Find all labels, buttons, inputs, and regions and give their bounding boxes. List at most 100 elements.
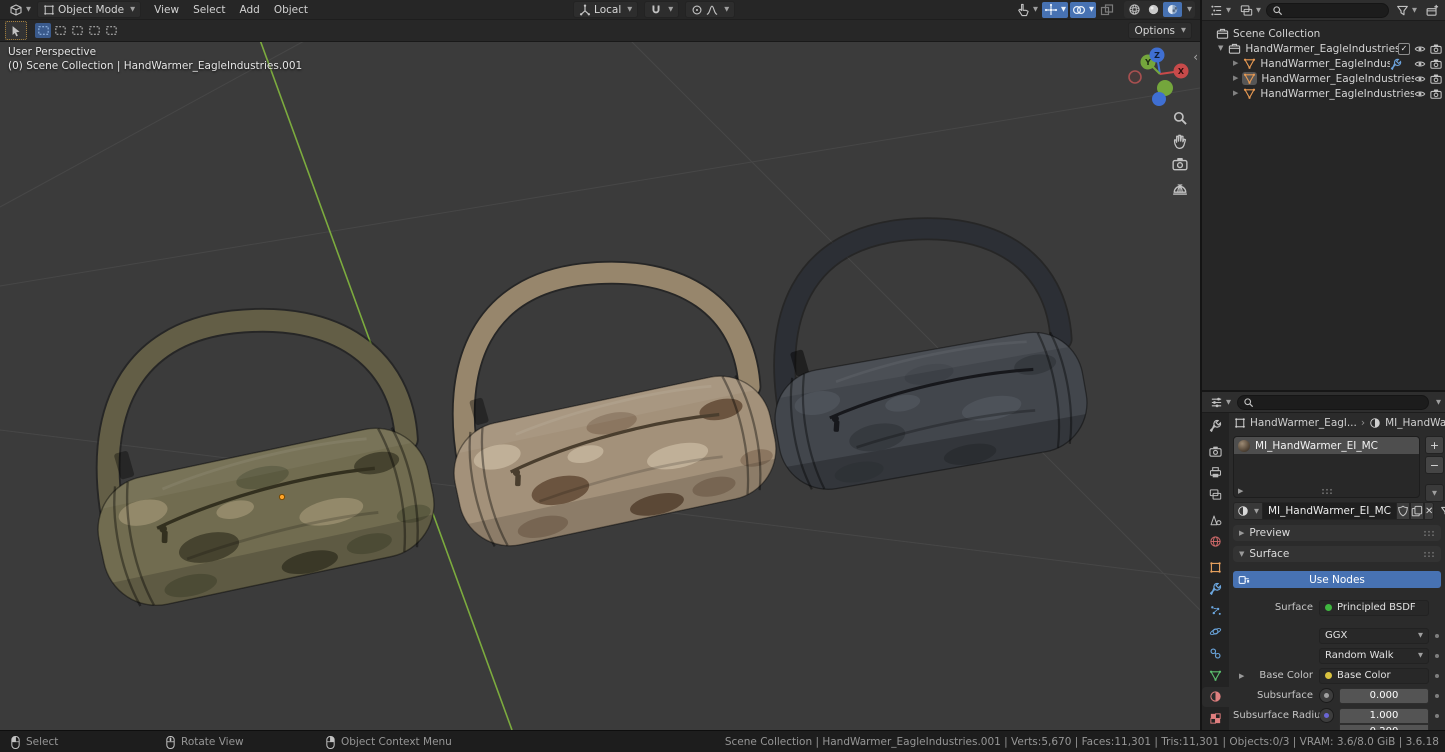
new-material-copy-button[interactable] bbox=[1410, 502, 1424, 520]
tab-object[interactable] bbox=[1202, 557, 1229, 577]
breadcrumb-object[interactable]: HandWarmer_Eagl... bbox=[1250, 417, 1357, 429]
camera-view-button[interactable] bbox=[1171, 155, 1189, 173]
tab-render[interactable] bbox=[1202, 442, 1229, 462]
menu-object[interactable]: Object bbox=[267, 0, 315, 19]
radius-socket-button[interactable] bbox=[1319, 708, 1334, 723]
radius-slider-1[interactable]: 1.000 bbox=[1339, 708, 1429, 724]
tab-object-data[interactable] bbox=[1202, 665, 1229, 685]
camera-icon[interactable] bbox=[1430, 58, 1442, 70]
axis-neg-x-ball[interactable] bbox=[1129, 71, 1141, 83]
outliner-row-object-002[interactable]: ▶ HandWarmer_EagleIndustries.002 bbox=[1202, 86, 1445, 101]
shading-material-preview-button[interactable] bbox=[1163, 2, 1182, 17]
show-overlays-toggle[interactable]: ▼ bbox=[1070, 2, 1096, 18]
panel-drag-grip[interactable] bbox=[1423, 551, 1435, 557]
snapping-dropdown[interactable]: ▼ bbox=[644, 1, 679, 18]
breadcrumb-material[interactable]: MI_HandWar... bbox=[1385, 417, 1445, 429]
pan-hand-button[interactable] bbox=[1171, 132, 1189, 150]
tab-modifiers[interactable] bbox=[1202, 579, 1229, 599]
active-tool-select-box[interactable] bbox=[5, 21, 27, 40]
browse-material-dropdown[interactable]: ▼ bbox=[1233, 502, 1263, 520]
outliner-display-mode-dropdown[interactable]: ▼ bbox=[1238, 2, 1263, 18]
expand-arrow[interactable]: ▶ bbox=[1239, 672, 1244, 680]
camera-icon[interactable] bbox=[1430, 73, 1442, 85]
surface-shader-selector[interactable]: Principled BSDF bbox=[1319, 600, 1429, 616]
preview-panel-header[interactable]: ▶ Preview bbox=[1233, 525, 1441, 541]
collection-checkbox[interactable]: ✓ bbox=[1398, 43, 1410, 55]
select-mode-intersect[interactable] bbox=[103, 23, 119, 38]
shading-wireframe-button[interactable] bbox=[1125, 2, 1144, 17]
subsurface-socket-button[interactable] bbox=[1319, 688, 1334, 703]
show-gizmo-toggle[interactable]: ▼ bbox=[1042, 2, 1068, 18]
material-name-field[interactable]: MI_HandWarmer_EI_MC bbox=[1263, 502, 1396, 520]
menu-view[interactable]: View bbox=[147, 0, 186, 19]
eye-icon[interactable] bbox=[1414, 58, 1426, 70]
properties-search-input[interactable] bbox=[1237, 395, 1429, 410]
options-dropdown[interactable]: Options ▼ bbox=[1128, 22, 1192, 39]
tab-output[interactable] bbox=[1202, 463, 1229, 483]
chevron-down-icon[interactable]: ▼ bbox=[1436, 399, 1441, 406]
editor-type-button[interactable]: ▼ bbox=[7, 2, 33, 18]
outliner-row-object-000[interactable]: ▶ HandWarmer_EagleIndustries bbox=[1202, 56, 1445, 71]
tab-constraints[interactable] bbox=[1202, 644, 1229, 664]
tab-particles[interactable] bbox=[1202, 601, 1229, 621]
material-filter-dropdown[interactable]: ▼ bbox=[1440, 505, 1445, 518]
list-resize-grip[interactable] bbox=[1321, 488, 1333, 494]
surface-panel-header[interactable]: ▼ Surface bbox=[1233, 546, 1441, 562]
object-handwarmer-desert[interactable] bbox=[432, 245, 798, 547]
fake-user-shield-button[interactable] bbox=[1396, 502, 1410, 520]
outliner-editor-type-button[interactable]: ▼ bbox=[1208, 2, 1233, 18]
transform-orientation-dropdown[interactable]: Local ▼ bbox=[573, 1, 638, 18]
tab-scene[interactable] bbox=[1202, 510, 1229, 530]
select-mode-extend[interactable] bbox=[52, 23, 68, 38]
material-slot-list[interactable]: MI_HandWarmer_EI_MC ▶ bbox=[1233, 436, 1420, 498]
proportional-editing-controls[interactable]: ▼ bbox=[685, 1, 735, 18]
anim-dot[interactable] bbox=[1435, 694, 1439, 698]
select-mode-subtract[interactable] bbox=[69, 23, 85, 38]
slot-filter-expand-arrow[interactable]: ▶ bbox=[1238, 488, 1243, 495]
properties-editor-type-button[interactable]: ▼ bbox=[1208, 394, 1233, 410]
sidebar-collapse-arrow[interactable]: ‹ bbox=[1193, 50, 1198, 64]
material-slot-selected[interactable]: MI_HandWarmer_EI_MC bbox=[1234, 437, 1419, 454]
tab-physics[interactable] bbox=[1202, 622, 1229, 642]
tab-world[interactable] bbox=[1202, 532, 1229, 552]
shading-solid-button[interactable] bbox=[1144, 2, 1163, 17]
new-collection-button[interactable] bbox=[1424, 2, 1441, 18]
tab-tool[interactable] bbox=[1202, 416, 1229, 436]
mode-dropdown[interactable]: Object Mode ▼ bbox=[37, 1, 141, 18]
eye-icon[interactable] bbox=[1414, 43, 1426, 55]
3d-viewport[interactable]: ▼ Object Mode ▼ View Select Add Object L… bbox=[0, 0, 1202, 730]
eye-icon[interactable] bbox=[1414, 88, 1426, 100]
menu-select[interactable]: Select bbox=[186, 0, 232, 19]
expand-arrow[interactable]: ▶ bbox=[1233, 75, 1238, 82]
panel-drag-grip[interactable] bbox=[1423, 530, 1435, 536]
anim-dot[interactable] bbox=[1435, 674, 1439, 678]
subsurface-method-dropdown[interactable]: Random Walk ▼ bbox=[1319, 648, 1429, 664]
slot-specials-dropdown[interactable]: ▼ bbox=[1425, 484, 1444, 502]
perspective-toggle-button[interactable] bbox=[1171, 178, 1189, 196]
menu-add[interactable]: Add bbox=[232, 0, 266, 19]
object-handwarmer-charcoal[interactable] bbox=[752, 202, 1110, 494]
expand-arrow[interactable]: ▶ bbox=[1233, 60, 1238, 67]
camera-icon[interactable] bbox=[1430, 43, 1442, 55]
anim-dot[interactable] bbox=[1435, 654, 1439, 658]
select-mode-set[interactable] bbox=[35, 23, 51, 38]
tab-view-layer[interactable] bbox=[1202, 485, 1229, 505]
object-type-visibility-dropdown[interactable]: ▼ bbox=[1014, 2, 1040, 18]
outliner-row-scene-collection[interactable]: Scene Collection bbox=[1202, 26, 1445, 41]
outliner-search-input[interactable] bbox=[1266, 3, 1389, 18]
tab-material-active[interactable] bbox=[1202, 687, 1229, 707]
object-handwarmer-multicam[interactable] bbox=[75, 288, 457, 610]
tab-texture[interactable] bbox=[1202, 709, 1229, 729]
add-slot-button[interactable]: + bbox=[1425, 436, 1444, 454]
expand-arrow[interactable]: ▶ bbox=[1233, 90, 1238, 97]
xray-toggle[interactable] bbox=[1098, 2, 1116, 18]
unlink-material-button[interactable]: ✕ bbox=[1424, 502, 1434, 520]
outliner-row-object-001-active[interactable]: ▶ HandWarmer_EagleIndustries.001 bbox=[1202, 71, 1445, 86]
select-mode-invert[interactable] bbox=[86, 23, 102, 38]
zoom-button[interactable] bbox=[1171, 109, 1189, 127]
remove-slot-button[interactable]: − bbox=[1425, 456, 1444, 474]
outliner-row-collection-handwarmer[interactable]: ▼ HandWarmer_EagleIndustries ✓ bbox=[1202, 41, 1445, 56]
anim-dot[interactable] bbox=[1435, 714, 1439, 718]
anim-dot[interactable] bbox=[1435, 634, 1439, 638]
distribution-dropdown[interactable]: GGX ▼ bbox=[1319, 628, 1429, 644]
